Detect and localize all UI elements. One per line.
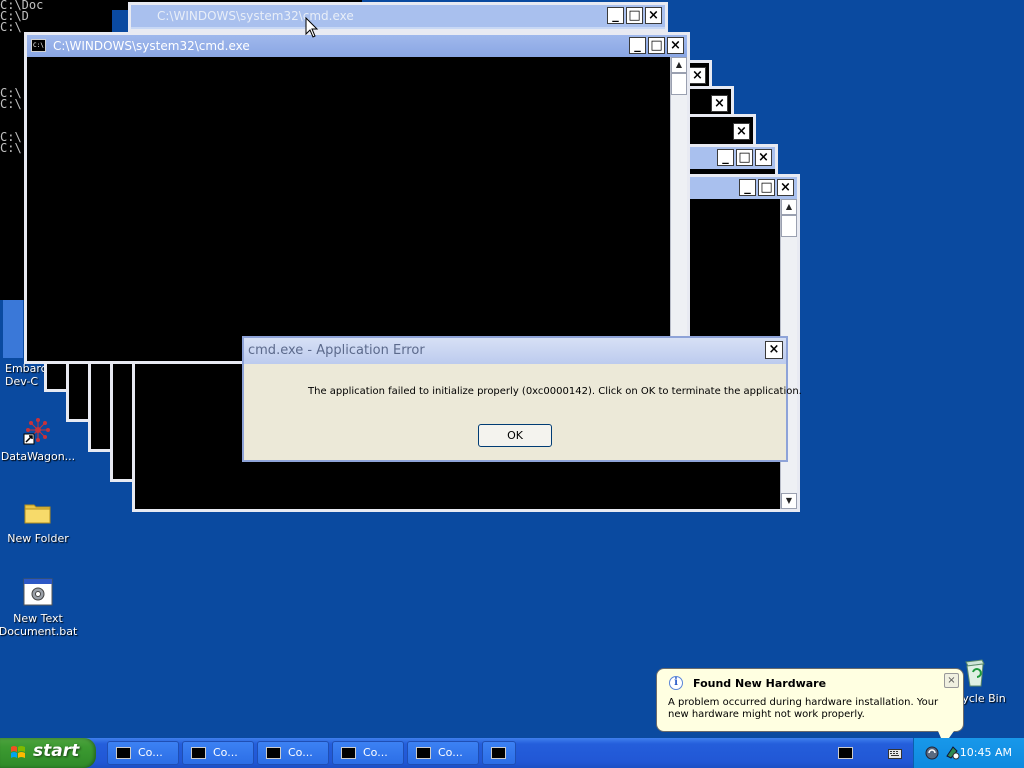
window-controls: × xyxy=(689,67,706,84)
keyboard-icon[interactable] xyxy=(888,748,902,760)
system-tray: 10:45 AM xyxy=(913,738,1024,768)
info-icon: i xyxy=(669,676,683,690)
taskbar: start Co... Co... Co... Co... Co... 10:4… xyxy=(0,738,1024,768)
minimize-button[interactable]: _ xyxy=(607,7,624,24)
minimize-button[interactable]: _ xyxy=(717,149,734,166)
scroll-up-arrow-icon[interactable]: ▲ xyxy=(671,57,687,73)
close-button[interactable]: × xyxy=(777,179,794,196)
tray-hardware-icon[interactable] xyxy=(944,744,960,760)
maximize-button[interactable]: □ xyxy=(758,179,775,196)
taskbar-button-cmd-2[interactable]: Co... xyxy=(182,741,254,765)
taskbar-toolbar xyxy=(830,741,910,765)
balloon-message: A problem occurred during hardware insta… xyxy=(668,697,939,720)
batch-file-icon xyxy=(22,576,54,608)
balloon-title: Found New Hardware xyxy=(693,677,827,690)
scroll-up-arrow-icon[interactable]: ▲ xyxy=(781,199,797,215)
close-button[interactable]: × xyxy=(667,37,684,54)
window-controls: × xyxy=(711,95,728,112)
taskbar-button-label: Co... xyxy=(363,746,388,759)
window-title: C:\WINDOWS\system32\cmd.exe xyxy=(53,39,250,53)
embarcadero-icon xyxy=(3,300,23,358)
start-label: start xyxy=(33,741,80,761)
console-window-front[interactable]: C:\WINDOWS\system32\cmd.exe ▲ _ □ × xyxy=(24,32,690,364)
start-button[interactable]: start xyxy=(0,738,96,768)
cmd-icon xyxy=(31,35,46,57)
dialog-close-button[interactable]: × xyxy=(765,341,783,359)
dialog-message: The application failed to initialize pro… xyxy=(308,386,802,397)
taskbar-button-label: Co... xyxy=(438,746,463,759)
taskbar-button-label: Co... xyxy=(213,746,238,759)
desktop-icon-batch-file[interactable]: New Text Document.bat xyxy=(0,576,78,638)
window-controls: _ □ × xyxy=(739,179,794,196)
desktop-icon-label: New Text Document.bat xyxy=(0,612,78,638)
desktop-icon-label: DataWagon... xyxy=(0,450,76,463)
window-title: C:\WINDOWS\system32\cmd.exe xyxy=(131,5,665,27)
dialog-title: cmd.exe - Application Error xyxy=(244,338,786,364)
scroll-thumb[interactable] xyxy=(671,73,687,95)
windows-logo-icon xyxy=(11,746,25,758)
taskbar-button-cmd-5[interactable]: Co... xyxy=(407,741,479,765)
taskbar-button-cmd-1[interactable]: Co... xyxy=(107,741,179,765)
application-error-dialog: cmd.exe - Application Error × The applic… xyxy=(242,336,802,462)
vertical-scrollbar[interactable]: ▲ xyxy=(670,57,687,361)
cmd-icon xyxy=(341,747,356,759)
tray-network-icon[interactable] xyxy=(924,745,940,761)
desktop-icon-new-folder[interactable]: New Folder xyxy=(0,496,78,545)
close-button[interactable]: × xyxy=(711,95,728,112)
cmd-icon xyxy=(116,747,131,759)
clock[interactable]: 10:45 AM xyxy=(960,746,1012,759)
scroll-thumb[interactable] xyxy=(781,215,797,237)
console-area xyxy=(27,57,670,361)
close-button[interactable]: × xyxy=(733,123,750,140)
window-titlebar: C:\WINDOWS\system32\cmd.exe xyxy=(27,35,687,57)
scroll-down-arrow-icon[interactable]: ▼ xyxy=(781,493,797,509)
maximize-button[interactable]: □ xyxy=(648,37,665,54)
taskbar-button-label: Co... xyxy=(138,746,163,759)
taskbar-button-label: Co... xyxy=(288,746,313,759)
close-button[interactable]: × xyxy=(755,149,772,166)
datawagon-shortcut-icon xyxy=(22,414,54,446)
cmd-icon xyxy=(416,747,431,759)
cmd-icon xyxy=(491,747,506,759)
ok-button[interactable]: OK xyxy=(478,424,552,447)
balloon-close-button[interactable]: × xyxy=(944,673,959,688)
maximize-button[interactable]: □ xyxy=(736,149,753,166)
console-window-back[interactable]: C:\WINDOWS\system32\cmd.exe _ □ × xyxy=(128,2,668,32)
hardware-notification-balloon[interactable]: i Found New Hardware × A problem occurre… xyxy=(656,668,964,732)
desktop-icon-label: New Folder xyxy=(7,532,69,545)
cmd-icon xyxy=(191,747,206,759)
close-button[interactable]: × xyxy=(645,7,662,24)
close-button[interactable]: × xyxy=(689,67,706,84)
window-controls: _ □ × xyxy=(717,149,772,166)
taskbar-button-cmd-6[interactable] xyxy=(482,741,516,765)
taskbar-button-cmd-3[interactable]: Co... xyxy=(257,741,329,765)
folder-icon xyxy=(22,496,54,528)
minimize-button[interactable]: _ xyxy=(739,179,756,196)
window-controls: _ □ × xyxy=(629,37,684,54)
window-controls: × xyxy=(733,123,750,140)
cmd-icon[interactable] xyxy=(838,747,853,759)
minimize-button[interactable]: _ xyxy=(629,37,646,54)
maximize-button[interactable]: □ xyxy=(626,7,643,24)
taskbar-button-cmd-4[interactable]: Co... xyxy=(332,741,404,765)
mouse-cursor-icon xyxy=(305,17,319,38)
cmd-icon xyxy=(266,747,281,759)
window-controls: _ □ × xyxy=(607,7,662,24)
